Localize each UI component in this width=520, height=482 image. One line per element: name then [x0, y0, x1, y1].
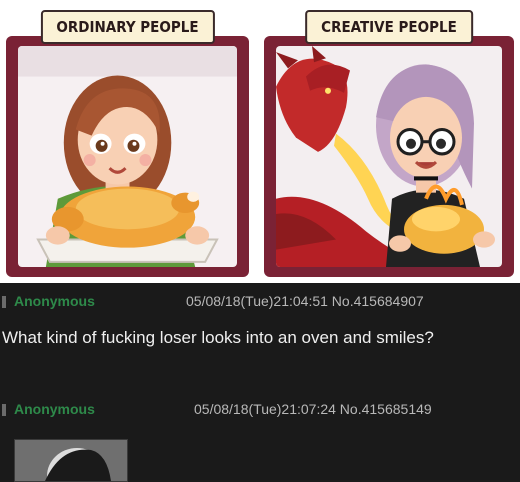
- avatar-thumbnail[interactable]: [14, 439, 128, 482]
- ordinary-illustration: [18, 46, 237, 267]
- caption-ordinary: ORDINARY PEOPLE: [40, 10, 215, 44]
- creative-illustration: [276, 46, 502, 267]
- comic-panel-ordinary: ORDINARY PEOPLE: [0, 0, 255, 283]
- caption-creative: CREATIVE PEOPLE: [305, 10, 473, 44]
- poster-name[interactable]: Anonymous: [14, 401, 95, 417]
- post-meta[interactable]: 05/08/18(Tue)21:04:51 No.415684907: [186, 293, 424, 309]
- oven-frame-left: [6, 36, 249, 277]
- thread-posts: Anonymous 05/08/18(Tue)21:04:51 No.41568…: [0, 283, 520, 482]
- post-text: What kind of fucking loser looks into an…: [2, 328, 434, 347]
- comic-panel-creative: CREATIVE PEOPLE: [258, 0, 520, 283]
- oven-window-right: [276, 46, 502, 267]
- oven-window-left: [18, 46, 237, 267]
- post-header: Anonymous 05/08/18(Tue)21:04:51 No.41568…: [0, 289, 520, 315]
- post-meta[interactable]: 05/08/18(Tue)21:07:24 No.415685149: [194, 401, 432, 417]
- post-header: Anonymous 05/08/18(Tue)21:07:24 No.41568…: [0, 397, 520, 423]
- poster-name[interactable]: Anonymous: [14, 293, 95, 309]
- thumbnail-image: [15, 440, 127, 481]
- oven-frame-right: [264, 36, 514, 277]
- comic-image: ORDINARY PEOPLE CREATIVE PEOPLE: [0, 0, 520, 283]
